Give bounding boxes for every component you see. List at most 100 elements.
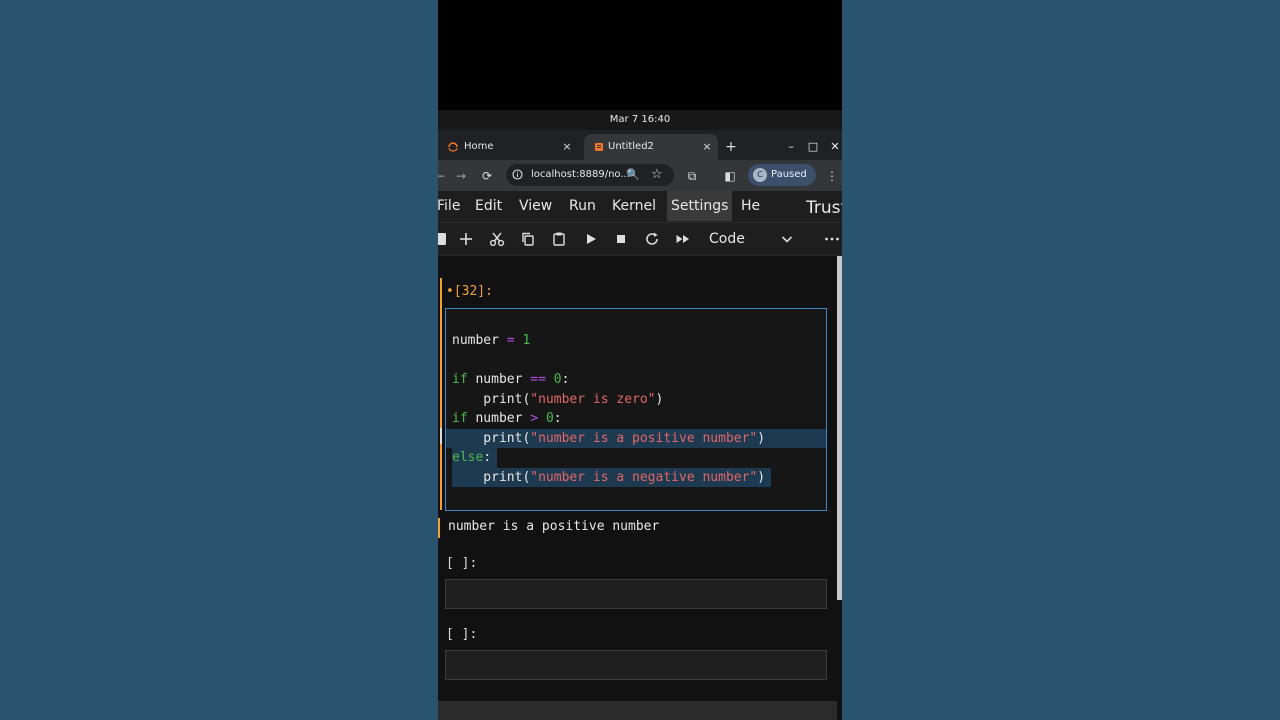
menu-settings[interactable]: Settings (667, 191, 733, 221)
code-line: print("number is a negative number") (452, 467, 772, 487)
code-token: : (561, 372, 570, 387)
empty-code-cell[interactable] (445, 579, 827, 609)
code-token: == (530, 372, 546, 387)
site-info-icon[interactable] (512, 169, 523, 180)
jupyter-icon (448, 142, 458, 152)
code-token: "number is a negative number" (530, 469, 758, 485)
more-icon[interactable] (824, 231, 840, 247)
back-icon[interactable]: ← (438, 168, 448, 184)
forward-icon[interactable]: → (453, 168, 469, 184)
tab-untitled2[interactable]: Untitled2 × (584, 134, 718, 160)
notebook-area[interactable]: •[32]: number = 1 if number == 0: print(… (438, 256, 842, 720)
code-token: = (506, 333, 515, 348)
cell-prompt: [ ]: (446, 556, 478, 571)
menu-file[interactable]: File (438, 191, 460, 221)
code-token: : (483, 450, 492, 465)
browser-tabbar: Home × Untitled2 × + – □ ✕ (438, 130, 842, 160)
maximize-button[interactable]: □ (806, 134, 820, 160)
url-omnibox[interactable]: localhost:8889/no... 🔍 ☆ (506, 164, 674, 186)
code-line: else: (452, 448, 498, 468)
stop-icon[interactable] (613, 231, 629, 247)
cell-output: number is a positive number (448, 519, 660, 534)
code-token: print( (452, 391, 531, 407)
menu-help[interactable]: He (741, 191, 760, 221)
bookmark-star-icon[interactable]: ☆ (651, 166, 663, 184)
reload-icon[interactable]: ⟳ (479, 168, 495, 184)
code-token: print( (452, 469, 531, 485)
code-token: 0 (545, 411, 554, 426)
run-icon[interactable] (583, 231, 599, 247)
black-bar (438, 0, 842, 110)
profile-paused-button[interactable]: C Paused (748, 164, 816, 186)
code-token: ) (757, 469, 766, 485)
copy-icon[interactable] (520, 231, 536, 247)
menu-run[interactable]: Run (569, 191, 596, 221)
browser-menu-icon[interactable]: ⋮ (824, 168, 840, 184)
code-token: > (530, 411, 539, 426)
tab-label: Untitled2 (608, 141, 654, 152)
menu-kernel[interactable]: Kernel (612, 191, 656, 221)
code-token: number (467, 372, 531, 387)
code-line: if number == 0: (452, 372, 569, 387)
text-cursor (440, 428, 442, 444)
cell-prompt: [ ]: (446, 627, 478, 642)
notebook-toolbar: Code (438, 223, 842, 256)
save-icon[interactable] (438, 231, 450, 247)
code-token: number (467, 411, 531, 426)
code-token: : (553, 411, 562, 426)
datetime[interactable]: Mar 7 16:40 (610, 114, 670, 125)
extensions-icon[interactable]: ⧉ (684, 168, 700, 184)
fast-forward-icon[interactable] (675, 231, 691, 247)
screen-recording: Mar 7 16:40 Home × Untitled2 × + – □ ✕ ←… (438, 0, 842, 720)
empty-code-cell[interactable] (445, 650, 827, 680)
chevron-down-icon[interactable] (779, 231, 795, 247)
notebook-icon (595, 143, 603, 151)
code-line: print("number is zero") (452, 392, 663, 407)
side-panel-icon[interactable]: ◧ (722, 168, 738, 184)
scrollbar[interactable] (837, 256, 842, 600)
tab-home[interactable]: Home × (438, 134, 578, 160)
paste-icon[interactable] (551, 231, 567, 247)
close-tab-icon[interactable]: × (560, 134, 574, 160)
zoom-icon[interactable]: 🔍 (626, 167, 640, 183)
code-token: 0 (553, 372, 562, 387)
code-block[interactable]: number = 1 if number == 0: print("number… (446, 331, 826, 487)
avatar: C (753, 168, 767, 182)
code-token: if (452, 372, 468, 387)
code-token: number (452, 333, 507, 348)
add-icon[interactable] (458, 231, 474, 247)
jupyter-menubar: File Edit View Run Kernel Settings He Tr… (438, 191, 842, 223)
cell-prompt: •[32]: (446, 284, 493, 299)
active-cell-indicator (440, 278, 442, 510)
code-line: print("number is a positive number") (446, 428, 826, 448)
menu-edit[interactable]: Edit (475, 191, 502, 221)
code-line: if number > 0: (452, 411, 562, 426)
cut-icon[interactable] (489, 231, 505, 247)
code-token: ) (655, 391, 664, 407)
minimize-button[interactable]: – (784, 134, 798, 160)
restart-icon[interactable] (644, 231, 660, 247)
cell-type-select[interactable]: Code (709, 223, 745, 255)
status-area (438, 701, 837, 720)
code-token: 1 (522, 333, 531, 348)
code-token: if (452, 411, 468, 426)
menu-view[interactable]: View (519, 191, 552, 221)
paused-label: Paused (771, 169, 807, 180)
system-topbar: Mar 7 16:40 (438, 110, 842, 130)
code-token: ) (757, 430, 766, 446)
tab-label: Home (464, 141, 494, 152)
new-tab-button[interactable]: + (724, 134, 738, 160)
code-token: "number is zero" (530, 391, 656, 407)
address-bar: ← → ⟳ localhost:8889/no... 🔍 ☆ ⧉ ◧ C Pau… (438, 160, 842, 191)
close-tab-icon[interactable]: × (700, 134, 714, 160)
trusted-indicator[interactable]: Trusted (806, 191, 842, 225)
output-indicator (438, 518, 440, 538)
code-token: print( (452, 430, 531, 446)
code-cell-editor[interactable]: number = 1 if number == 0: print("number… (445, 308, 827, 511)
url-text[interactable]: localhost:8889/no... (531, 164, 630, 186)
close-window-button[interactable]: ✕ (828, 134, 842, 160)
code-line: number = 1 (452, 333, 530, 348)
